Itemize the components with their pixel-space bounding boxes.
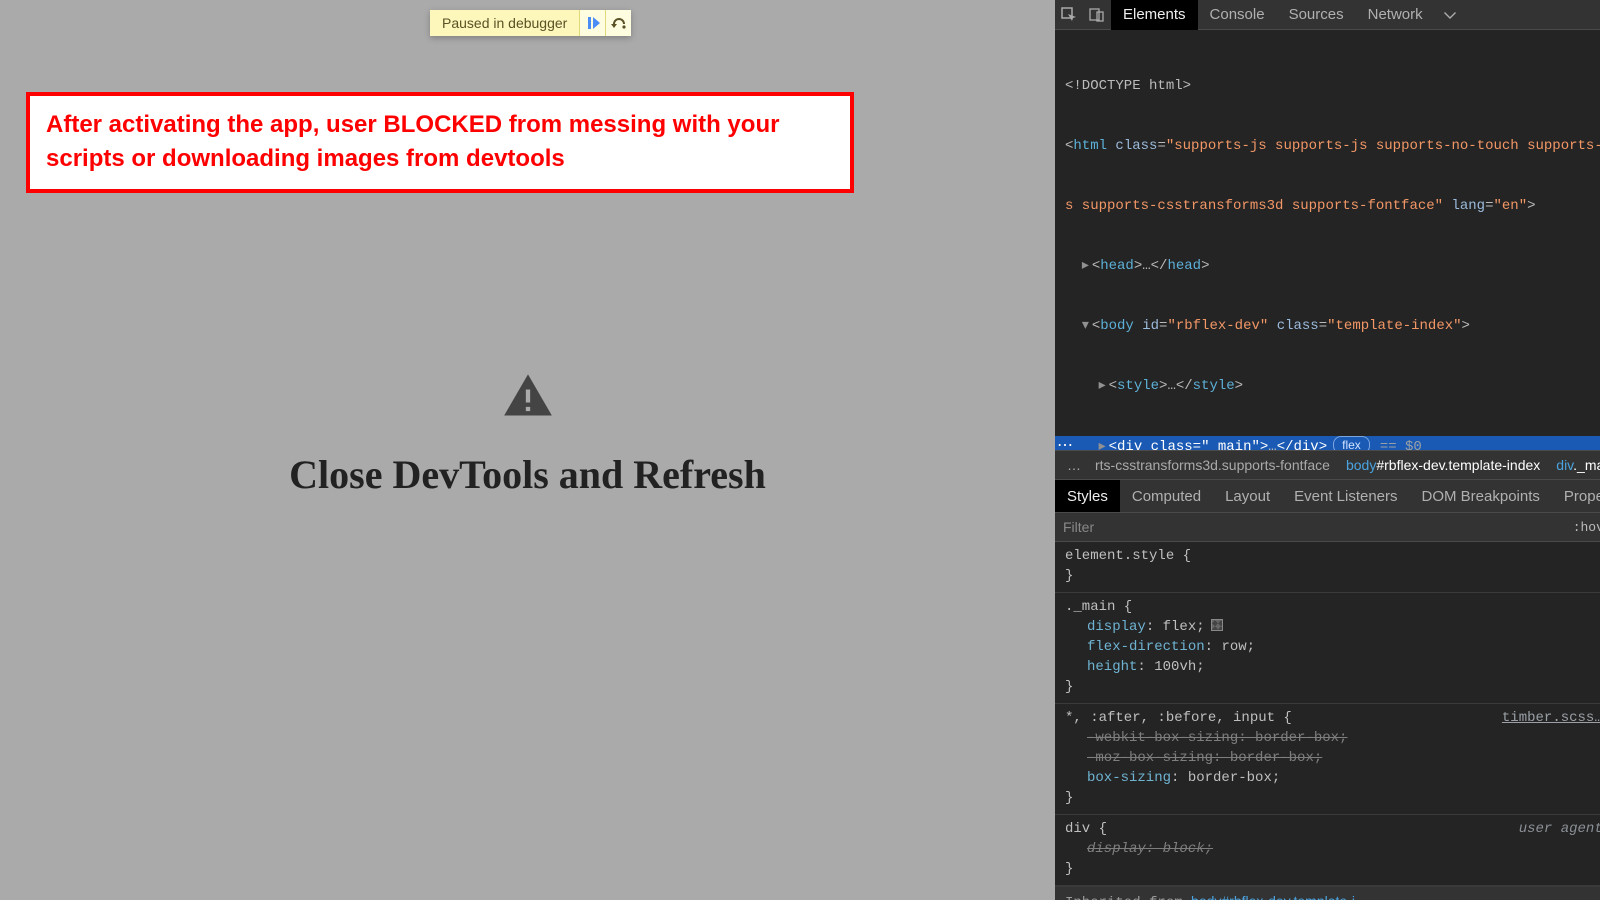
breadcrumb-more[interactable]: … bbox=[1061, 457, 1087, 473]
inherited-from-link[interactable]: body#rbflex-dev.template-i… bbox=[1191, 893, 1369, 900]
tree-line[interactable]: ▸<head>…</head> bbox=[1055, 256, 1600, 276]
debugger-paused-label: Paused in debugger bbox=[430, 10, 579, 36]
annotation-callout: After activating the app, user BLOCKED f… bbox=[26, 92, 854, 193]
style-rule[interactable]: <style> ._main { display: flex; flex-dir… bbox=[1055, 593, 1600, 704]
resume-script-button[interactable] bbox=[579, 10, 605, 36]
breadcrumb-item[interactable]: body#rbflex-dev.template-index bbox=[1338, 457, 1548, 473]
inspect-element-button[interactable] bbox=[1055, 0, 1083, 30]
styles-pane[interactable]: element.style { } <style> ._main { displ… bbox=[1055, 542, 1600, 900]
tab-event-listeners[interactable]: Event Listeners bbox=[1282, 480, 1409, 512]
tab-console[interactable]: Console bbox=[1198, 0, 1277, 30]
tree-line-selected[interactable]: ⋯ ▸<div class="_main">…</div>flex== $0 bbox=[1055, 436, 1600, 450]
tab-network[interactable]: Network bbox=[1356, 0, 1435, 30]
tab-styles[interactable]: Styles bbox=[1055, 480, 1120, 512]
style-rule-user-agent[interactable]: user agent stylesheet div { display: blo… bbox=[1055, 815, 1600, 886]
step-over-button[interactable] bbox=[605, 10, 631, 36]
flex-editor-swatch[interactable] bbox=[1211, 619, 1223, 631]
dom-breadcrumb: … rts-csstransforms3d.supports-fontface … bbox=[1055, 450, 1600, 480]
tree-line[interactable]: ▾<body id="rbflex-dev" class="template-i… bbox=[1055, 316, 1600, 336]
breadcrumb-item-active[interactable]: div._main bbox=[1548, 457, 1600, 473]
tab-layout[interactable]: Layout bbox=[1213, 480, 1282, 512]
rule-source-link[interactable]: timber.scss…250824987:1 bbox=[1502, 708, 1600, 728]
hov-toggle[interactable]: :hov bbox=[1573, 520, 1600, 535]
tab-properties[interactable]: Properties bbox=[1552, 480, 1600, 512]
tab-elements[interactable]: Elements bbox=[1111, 0, 1198, 30]
block-message: Close DevTools and Refresh bbox=[289, 451, 766, 498]
toggle-device-toolbar-button[interactable] bbox=[1083, 0, 1111, 30]
rule-source-label: user agent stylesheet bbox=[1519, 819, 1600, 839]
inherited-from-bar: Inherited from body#rbflex-dev.template-… bbox=[1055, 886, 1600, 900]
devtools-panel: Elements Console Sources Network <!DOCTY… bbox=[1055, 0, 1600, 900]
breadcrumb-item[interactable]: rts-csstransforms3d.supports-fontface bbox=[1087, 457, 1338, 473]
tab-sources[interactable]: Sources bbox=[1277, 0, 1356, 30]
tree-line[interactable]: <html class="supports-js supports-js sup… bbox=[1055, 136, 1600, 156]
more-tabs-button[interactable] bbox=[1435, 8, 1465, 22]
tab-computed[interactable]: Computed bbox=[1120, 480, 1213, 512]
tree-line[interactable]: ▸<style>…</style> bbox=[1055, 376, 1600, 396]
style-rule[interactable]: element.style { } bbox=[1055, 542, 1600, 593]
webpage-viewport: Paused in debugger After activating the … bbox=[0, 0, 1055, 900]
tab-dom-breakpoints[interactable]: DOM Breakpoints bbox=[1410, 480, 1552, 512]
styles-filter-input[interactable] bbox=[1063, 519, 1563, 535]
warning-icon bbox=[502, 370, 554, 451]
tree-line[interactable]: <!DOCTYPE html> bbox=[1055, 76, 1600, 96]
devtools-block-overlay: Close DevTools and Refresh bbox=[0, 370, 1055, 498]
styles-filter-bar: :hov .cls bbox=[1055, 512, 1600, 542]
debugger-paused-bar: Paused in debugger bbox=[430, 10, 631, 36]
flex-badge[interactable]: flex bbox=[1333, 436, 1370, 450]
styles-subtabs: Styles Computed Layout Event Listeners D… bbox=[1055, 480, 1600, 512]
devtools-top-tabs: Elements Console Sources Network bbox=[1055, 0, 1600, 30]
style-rule[interactable]: timber.scss…250824987:1 *, :after, :befo… bbox=[1055, 704, 1600, 815]
tree-line[interactable]: s supports-csstransforms3d supports-font… bbox=[1055, 196, 1600, 216]
elements-dom-tree[interactable]: <!DOCTYPE html> <html class="supports-js… bbox=[1055, 30, 1600, 450]
